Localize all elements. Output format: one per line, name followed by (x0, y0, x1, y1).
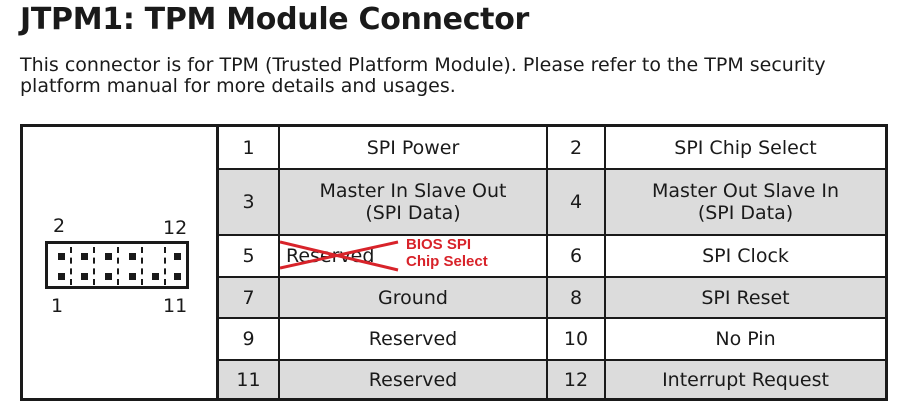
pin-number: 12 (546, 359, 606, 398)
pin-6-icon (105, 253, 112, 260)
pin-11-icon (174, 273, 181, 280)
pin-2-icon (58, 253, 65, 260)
annotation-line: BIOS SPI (406, 236, 472, 253)
pin-signal: Interrupt Request (604, 359, 885, 398)
pin-5-icon (105, 273, 112, 280)
pin-signal-line: Master In Slave Out (319, 180, 507, 202)
pin-signal: Master Out Slave In (SPI Data) (604, 168, 885, 236)
annotation-line: Chip Select (406, 253, 488, 270)
strike-x-icon (280, 240, 399, 272)
pin-number: 1 (219, 127, 280, 170)
pin-signal: SPI Power (278, 127, 548, 170)
pin-signal: Ground (278, 276, 548, 319)
table-row: 9 Reserved 10 No Pin (219, 317, 885, 361)
table-row: 11 Reserved 12 Interrupt Request (219, 359, 885, 398)
pin-number: 7 (219, 276, 280, 319)
pin-divider (164, 247, 166, 285)
pin-4-icon (81, 253, 88, 260)
pinout-table: 1 SPI Power 2 SPI Chip Select 3 Master I… (219, 127, 885, 398)
pin-label-top-left: 2 (53, 215, 66, 237)
pin-number: 6 (546, 234, 606, 278)
pin-number: 4 (546, 168, 606, 236)
table-row: 3 Master In Slave Out (SPI Data) 4 Maste… (219, 168, 885, 236)
pin-label-top-right: 12 (163, 217, 188, 239)
pin-divider (70, 247, 72, 285)
pin-signal: No Pin (604, 317, 885, 361)
pinout-table-frame: 2 12 1 11 1 SPI Power 2 SPI Chip Select … (20, 124, 888, 401)
pin-7-icon (129, 273, 136, 280)
pin-number: 10 (546, 317, 606, 361)
pin-signal: Master In Slave Out (SPI Data) (278, 168, 548, 236)
pin-signal: Reserved BIOS SPI Chip Select (278, 234, 548, 278)
pin-12-icon (174, 253, 181, 260)
pin-8-icon (129, 253, 136, 260)
table-row: 5 Reserved BIOS SPI Chip Select 6 SPI Cl… (219, 234, 885, 278)
pin-divider (141, 247, 143, 285)
pin-signal: Reserved (278, 317, 548, 361)
table-row: 7 Ground 8 SPI Reset (219, 276, 885, 319)
pin-signal-line: (SPI Data) (365, 202, 461, 224)
pin-signal: Reserved (278, 359, 548, 398)
pin-label-bottom-right: 11 (163, 295, 188, 317)
pin-9-icon (152, 273, 159, 280)
page-title: JTPM1: TPM Module Connector (20, 2, 530, 37)
pin-signal-line: Master Out Slave In (651, 180, 839, 202)
pin-number: 8 (546, 276, 606, 319)
connector-description: This connector is for TPM (Trusted Platf… (20, 54, 826, 97)
connector-header-outline (45, 241, 189, 289)
pin-3-icon (81, 273, 88, 280)
pin-number: 11 (219, 359, 280, 398)
pin-signal: SPI Reset (604, 276, 885, 319)
pin-signal: SPI Clock (604, 234, 885, 278)
pin-divider (93, 247, 95, 285)
correction-annotation: BIOS SPI Chip Select (406, 236, 488, 270)
pin-number: 3 (219, 168, 280, 236)
pin-signal-line: (SPI Data) (697, 202, 794, 224)
annotated-signal: Reserved BIOS SPI Chip Select (280, 236, 546, 276)
connector-diagram: 2 12 1 11 (23, 127, 219, 398)
pin-signal: SPI Chip Select (604, 127, 885, 170)
table-row: 1 SPI Power 2 SPI Chip Select (219, 127, 885, 170)
pin-label-bottom-left: 1 (51, 295, 64, 317)
pin-number: 2 (546, 127, 606, 170)
pin-number: 5 (219, 234, 280, 278)
pin-divider (117, 247, 119, 285)
pin-1-icon (58, 273, 65, 280)
pin-number: 9 (219, 317, 280, 361)
